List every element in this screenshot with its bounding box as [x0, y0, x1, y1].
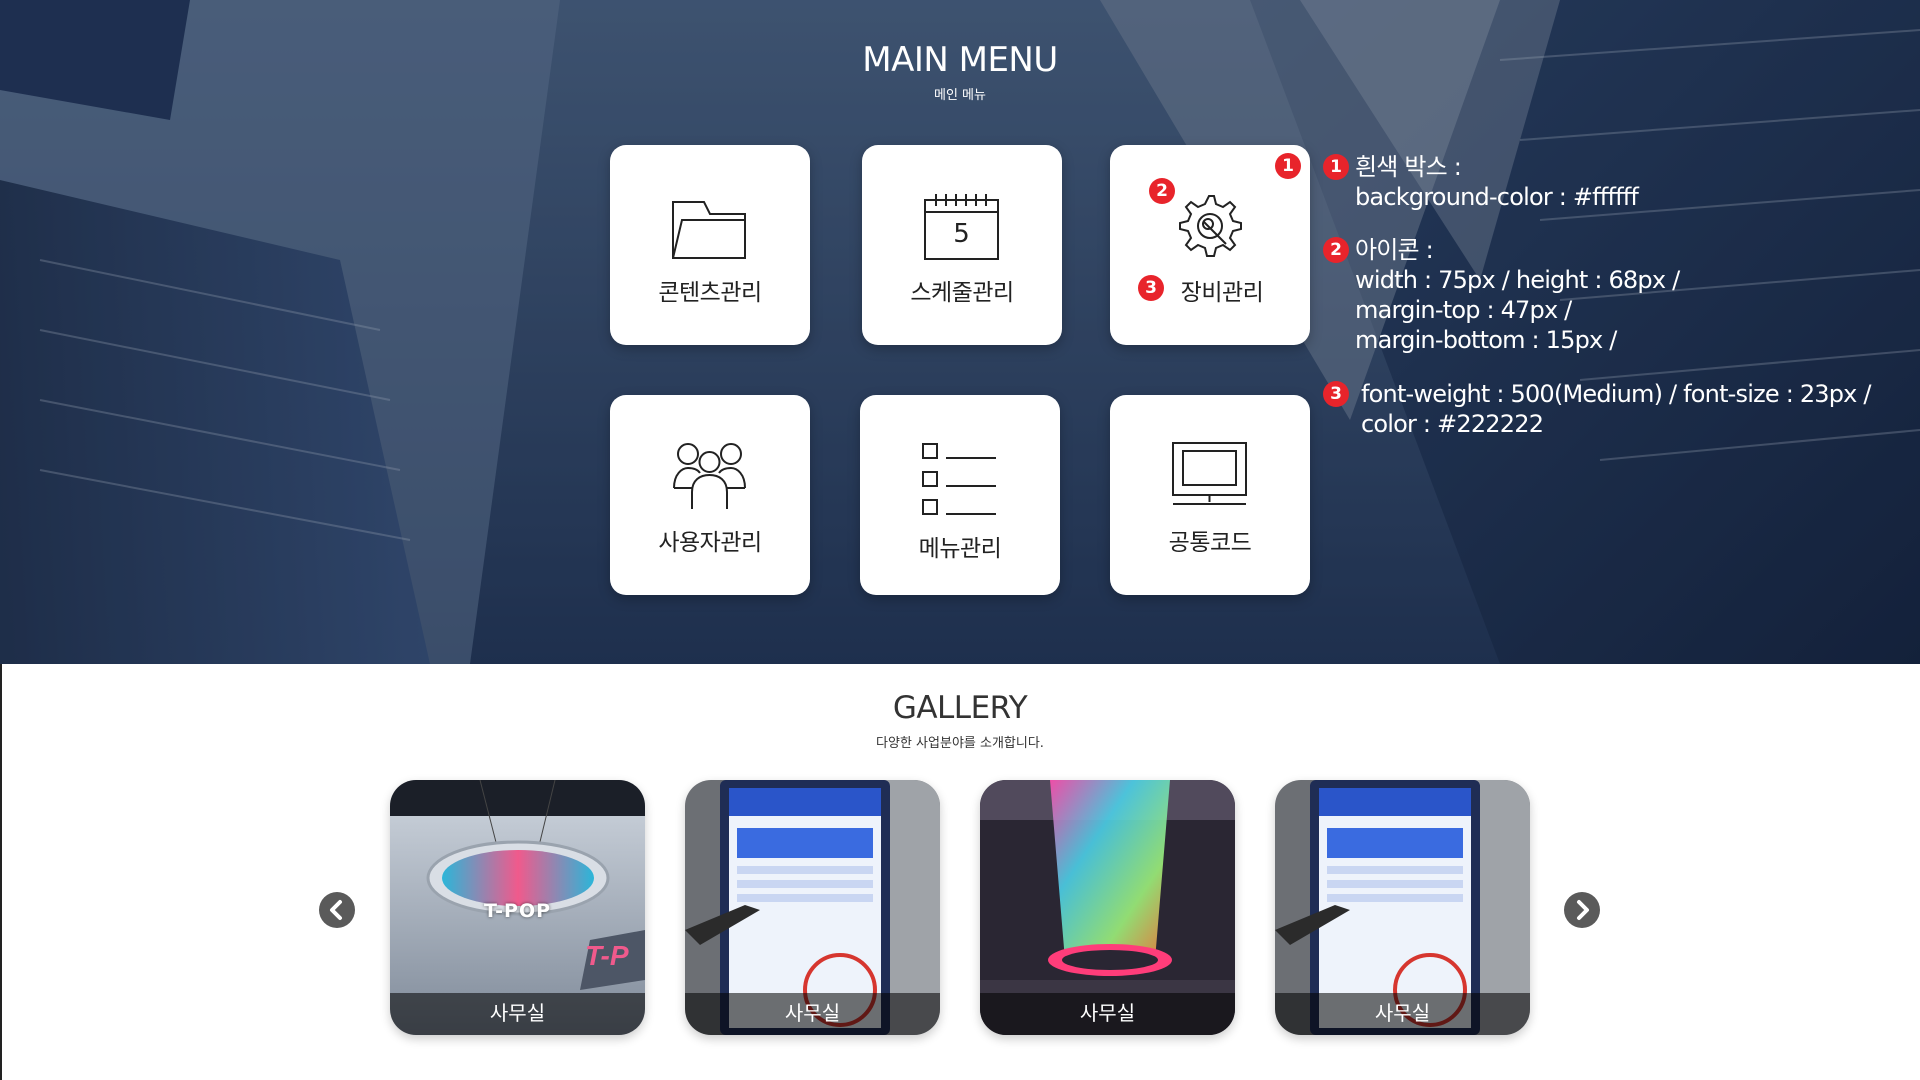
annotation-badge: 3 — [1138, 275, 1164, 301]
gallery-title: GALLERY — [892, 690, 1028, 726]
tile-schedule-management[interactable]: 5 스케줄관리 — [862, 145, 1062, 345]
page: MAIN MENU 메인 메뉴 콘텐츠관리 5 스케줄관리 장비관리 사용자관리… — [0, 0, 1920, 1080]
annotation-line: 아이콘 : — [1355, 236, 1434, 264]
tile-user-management[interactable]: 사용자관리 — [610, 395, 810, 595]
tile-label: 공통코드 — [1168, 530, 1252, 556]
annotation-line: margin-top : 47px / — [1355, 296, 1572, 324]
gallery-card-caption: 사무실 — [390, 993, 645, 1035]
annotation-badge: 3 — [1323, 381, 1349, 407]
tile-label: 사용자관리 — [658, 530, 762, 556]
annotation-note-2: 아이콘 : width : 75px / height : 68px / mar… — [1355, 235, 1680, 355]
annotation-line: width : 75px / height : 68px / — [1355, 266, 1680, 294]
folder-icon — [672, 201, 746, 259]
users-icon — [673, 443, 746, 509]
gallery-card[interactable]: 사무실 — [685, 780, 940, 1035]
calendar-day-number: 5 — [953, 219, 970, 249]
gallery-card-caption: 사무실 — [685, 993, 940, 1035]
annotation-note-3: font-weight : 500(Medium) / font-size : … — [1361, 379, 1872, 439]
annotation-badge: 2 — [1149, 178, 1175, 204]
svg-text:T-P: T-P — [585, 940, 629, 971]
tile-label-text: 장비관리 — [1180, 280, 1264, 306]
left-border-line — [0, 664, 2, 1080]
gear-wrench-icon — [1179, 195, 1242, 257]
t-pop-sign-text: T-POP — [483, 900, 552, 922]
gallery-card[interactable]: 사무실 — [1275, 780, 1530, 1035]
tile-label: 스케줄관리 — [910, 280, 1014, 306]
gallery-card[interactable]: 사무실 — [980, 780, 1235, 1035]
main-menu-title: MAIN MENU — [862, 40, 1058, 80]
main-menu-subtitle: 메인 메뉴 — [934, 88, 986, 103]
gallery-subtitle: 다양한 사업분야를 소개합니다. — [876, 736, 1044, 751]
chevron-right-icon — [1577, 900, 1589, 920]
gallery-card-caption: 사무실 — [980, 993, 1235, 1035]
gallery-card[interactable]: T-P T-POP 사무실 — [390, 780, 645, 1035]
monitor-icon — [1172, 442, 1247, 505]
annotation-line: background-color : #ffffff — [1355, 183, 1639, 211]
annotation-note-1: 흰색 박스 : background-color : #ffffff — [1355, 152, 1639, 212]
annotation-badge: 1 — [1275, 153, 1301, 179]
gallery-card-caption: 사무실 — [1275, 993, 1530, 1035]
tile-common-code[interactable]: 공통코드 — [1110, 395, 1310, 595]
tile-label: 메뉴관리 — [918, 536, 1002, 562]
chevron-left-icon — [330, 900, 342, 920]
tile-content-management[interactable]: 콘텐츠관리 — [610, 145, 810, 345]
annotation-line: margin-bottom : 15px / — [1355, 326, 1617, 354]
annotation-badge: 2 — [1323, 237, 1349, 263]
tile-label: 콘텐츠관리 — [658, 280, 762, 306]
annotation-badge: 1 — [1323, 154, 1349, 180]
annotation-line: 흰색 박스 : — [1355, 153, 1462, 181]
main-menu-section: MAIN MENU 메인 메뉴 콘텐츠관리 5 스케줄관리 장비관리 사용자관리… — [0, 0, 1920, 664]
annotation-line: font-weight : 500(Medium) / font-size : … — [1361, 380, 1872, 408]
gallery-prev-button[interactable] — [319, 892, 355, 928]
annotation-line: color : #222222 — [1361, 410, 1544, 438]
gallery-next-button[interactable] — [1564, 892, 1600, 928]
tile-menu-management[interactable]: 메뉴관리 — [860, 395, 1060, 595]
list-icon — [922, 443, 996, 515]
